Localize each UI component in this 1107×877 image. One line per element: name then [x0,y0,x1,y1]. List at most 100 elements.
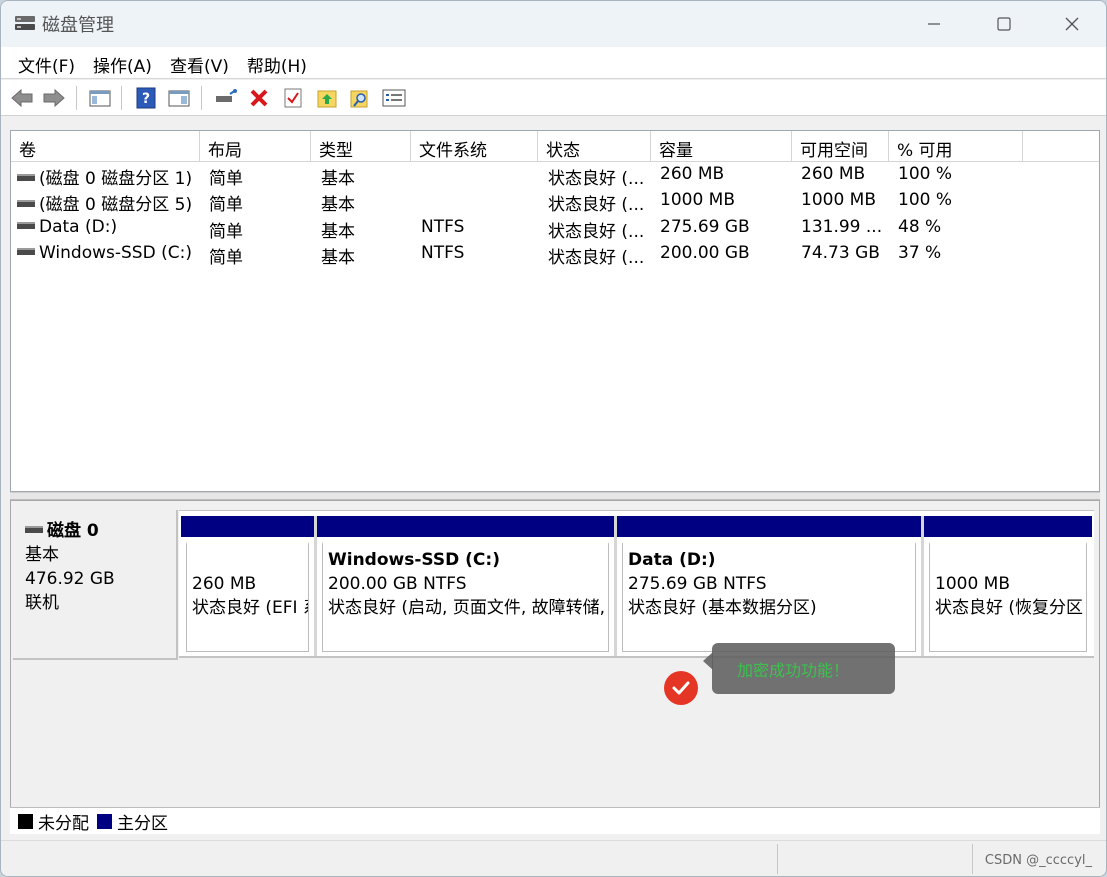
toast-message: 加密成功功能！ [737,661,850,680]
partition-label: Data (D:) [628,550,716,570]
partition-color-bar [181,516,314,537]
menu-file[interactable]: 文件(F) [9,47,84,78]
toolbar: ? [1,80,1106,116]
disk-size: 476.92 GB [25,569,115,589]
disk-icon [25,526,43,533]
type-cell: 基本 [321,222,355,242]
disk-info-panel[interactable]: 磁盘 0 基本 476.92 GB 联机 [13,510,178,660]
pane-splitter[interactable] [10,492,1100,500]
column-header-empty [1023,131,1099,162]
status-cell: 状态良好 (... [548,222,645,242]
partition-status: 状态良好 (基本数据分区) [628,598,817,618]
help-icon: ? [136,87,156,109]
capacity-cell: 260 MB [660,164,725,184]
capacity-cell: 1000 MB [660,190,735,210]
partition-body: Windows-SSD (C:) 200.00 GB NTFS 状态良好 (启动… [322,542,609,652]
volume-list: 卷 布局 类型 文件系统 状态 容量 可用空间 % 可用 (磁盘 0 磁盘分区 … [10,130,1100,492]
properties-icon [382,89,406,107]
primary-partition-swatch [97,813,112,829]
filesystem-cell: NTFS [421,217,465,237]
free-space-cell: 260 MB [801,164,866,184]
column-header-filesystem[interactable]: 文件系统 [411,131,538,162]
forward-arrow-icon [43,88,65,108]
layout-cell: 简单 [209,169,243,189]
close-button[interactable] [1037,1,1106,47]
forward-button[interactable] [41,86,67,110]
back-arrow-icon [11,88,33,108]
up-folder-button[interactable] [314,86,340,110]
connect-disk-button[interactable] [213,86,239,110]
table-row[interactable]: Windows-SSD (C:) 简单 基本 NTFS 状态良好 (... 20… [11,241,1099,268]
table-row[interactable]: (磁盘 0 磁盘分区 5) 简单 基本 状态良好 (... 1000 MB 10… [11,188,1099,215]
check-button[interactable] [280,86,306,110]
volume-name-cell: Windows-SSD (C:) [17,243,199,263]
partition-recovery[interactable]: 1000 MB 状态良好 (恢复分区 [924,516,1092,656]
column-header-status[interactable]: 状态 [538,131,651,162]
menu-action[interactable]: 操作(A) [84,47,161,78]
percent-free-cell: 100 % [898,190,953,210]
window-title: 磁盘管理 [42,15,114,36]
menu-bar: 文件(F) 操作(A) 查看(V) 帮助(H) [1,47,1106,79]
partition-body: Data (D:) 275.69 GB NTFS 状态良好 (基本数据分区) [622,542,916,652]
partition-size: 200.00 GB NTFS [328,574,467,594]
column-header-capacity[interactable]: 容量 [651,131,792,162]
console-tree-button[interactable] [87,86,113,110]
volume-icon [17,200,35,207]
free-space-cell: 74.73 GB [801,243,880,263]
properties-button[interactable] [381,86,407,110]
back-button[interactable] [9,86,35,110]
partition-windows-ssd[interactable]: Windows-SSD (C:) 200.00 GB NTFS 状态良好 (启动… [317,516,614,656]
type-cell: 基本 [321,195,355,215]
minimize-icon [928,23,940,25]
success-check-icon [664,671,698,705]
volume-icon [17,222,35,229]
layout-cell: 简单 [209,195,243,215]
partition-color-bar [924,516,1092,537]
disk-management-window: 磁盘管理 文件(F) 操作(A) 查看(V) 帮助(H) ? 卷 布局 类型 文… [0,0,1107,877]
partition-status: 状态良好 (EFI 系 [192,598,309,618]
delete-button[interactable] [246,86,272,110]
percent-free-cell: 37 % [898,243,942,263]
success-toast: 加密成功功能！ [712,643,895,694]
disk-partition-strip: 260 MB 状态良好 (EFI 系 Windows-SSD (C:) 200.… [179,510,1094,658]
partition-body: 260 MB 状态良好 (EFI 系 [186,542,309,652]
status-divider [777,844,778,874]
maximize-icon [997,17,1011,31]
title-bar[interactable]: 磁盘管理 [1,1,1106,47]
column-header-volume[interactable]: 卷 [11,131,200,162]
show-pane-button[interactable] [166,86,192,110]
table-row[interactable]: (磁盘 0 磁盘分区 1) 简单 基本 状态良好 (... 260 MB 260… [11,162,1099,189]
disk-type: 基本 [25,545,59,565]
type-cell: 基本 [321,169,355,189]
menu-help[interactable]: 帮助(H) [238,47,316,78]
partition-efi[interactable]: 260 MB 状态良好 (EFI 系 [181,516,314,656]
partition-label [935,548,1086,572]
partition-size: 275.69 GB NTFS [628,574,767,594]
partition-data[interactable]: Data (D:) 275.69 GB NTFS 状态良好 (基本数据分区) [617,516,921,656]
maximize-button[interactable] [969,1,1039,47]
toolbar-separator [76,86,77,110]
help-button[interactable]: ? [133,86,159,110]
partition-status: 状态良好 (启动, 页面文件, 故障转储, [328,598,606,618]
column-header-percent-free[interactable]: % 可用 [889,131,1023,162]
menu-view[interactable]: 查看(V) [161,47,238,78]
volume-icon [17,248,35,255]
table-row[interactable]: Data (D:) 简单 基本 NTFS 状态良好 (... 275.69 GB… [11,215,1099,242]
disk-title: 磁盘 0 [25,519,176,543]
connect-disk-icon [216,89,237,102]
column-header-layout[interactable]: 布局 [200,131,311,162]
disk-status: 联机 [25,593,59,613]
delete-icon [250,89,268,107]
partition-size: 1000 MB [935,574,1010,594]
column-header-free-space[interactable]: 可用空间 [792,131,889,162]
disk-management-app-icon [15,16,35,30]
capacity-cell: 275.69 GB [660,217,750,237]
minimize-button[interactable] [899,1,969,47]
disk-map-pane: 磁盘 0 基本 476.92 GB 联机 260 MB 状态良好 (EFI 系 … [10,500,1100,833]
volume-name-cell: (磁盘 0 磁盘分区 5) [17,190,199,215]
status-cell: 状态良好 (... [548,248,645,268]
find-button[interactable] [347,86,373,110]
volume-icon [17,174,35,181]
volume-name-cell: Data (D:) [17,217,199,237]
column-header-type[interactable]: 类型 [311,131,411,162]
